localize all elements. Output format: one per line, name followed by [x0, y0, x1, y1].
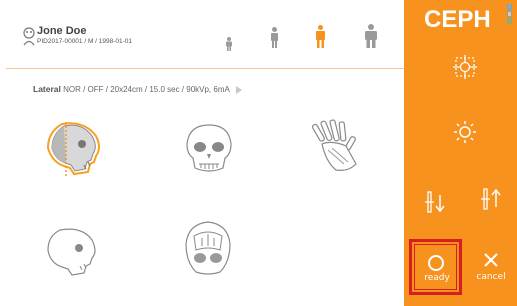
mode-lateral-skull[interactable] — [44, 118, 104, 178]
status-indicators — [507, 4, 513, 25]
size-child-icon[interactable] — [225, 37, 233, 51]
play-icon[interactable] — [235, 85, 242, 94]
patient-header: Jone Doe PID2017-00001 / M / 1998-01-01 — [0, 0, 404, 68]
protocol-details: NOR / OFF / 20x24cm / 15.0 sec / 90kVp, … — [60, 85, 230, 94]
ready-button[interactable]: ready — [409, 239, 462, 295]
height-down-icon[interactable] — [425, 190, 445, 214]
indicator-blue — [507, 4, 512, 10]
size-medium-icon[interactable] — [315, 25, 326, 48]
mode-lateral-skull-2[interactable] — [46, 226, 102, 276]
main-panel: Jone Doe PID2017-00001 / M / 1998-01-01 … — [0, 0, 404, 306]
mode-title: CEPH — [424, 6, 491, 33]
sidebar: CEPH ready cancel — [404, 0, 517, 306]
patient-name: Jone Doe — [37, 25, 87, 37]
size-small-icon[interactable] — [270, 27, 279, 48]
mode-skull-top[interactable] — [182, 220, 234, 276]
mode-frontal-skull[interactable] — [183, 122, 235, 176]
mode-hand-xray[interactable] — [308, 118, 368, 174]
indicator-gray — [507, 11, 512, 17]
position-target-icon[interactable] — [452, 54, 478, 80]
ready-label: ready — [424, 273, 450, 283]
light-icon[interactable] — [453, 120, 477, 144]
protocol-line[interactable]: Lateral NOR / OFF / 20x24cm / 15.0 sec /… — [33, 84, 242, 94]
cancel-x-icon[interactable] — [483, 252, 499, 268]
header-divider — [6, 68, 404, 69]
size-large-icon[interactable] — [364, 24, 378, 48]
patient-meta: PID2017-00001 / M / 1998-01-01 — [37, 38, 133, 45]
indicator-green — [507, 18, 512, 24]
height-up-icon[interactable] — [481, 187, 501, 211]
cancel-label[interactable]: cancel — [466, 272, 516, 282]
patient-avatar-icon — [22, 26, 36, 46]
protocol-view: Lateral — [33, 84, 61, 94]
ready-circle-icon — [427, 254, 445, 272]
